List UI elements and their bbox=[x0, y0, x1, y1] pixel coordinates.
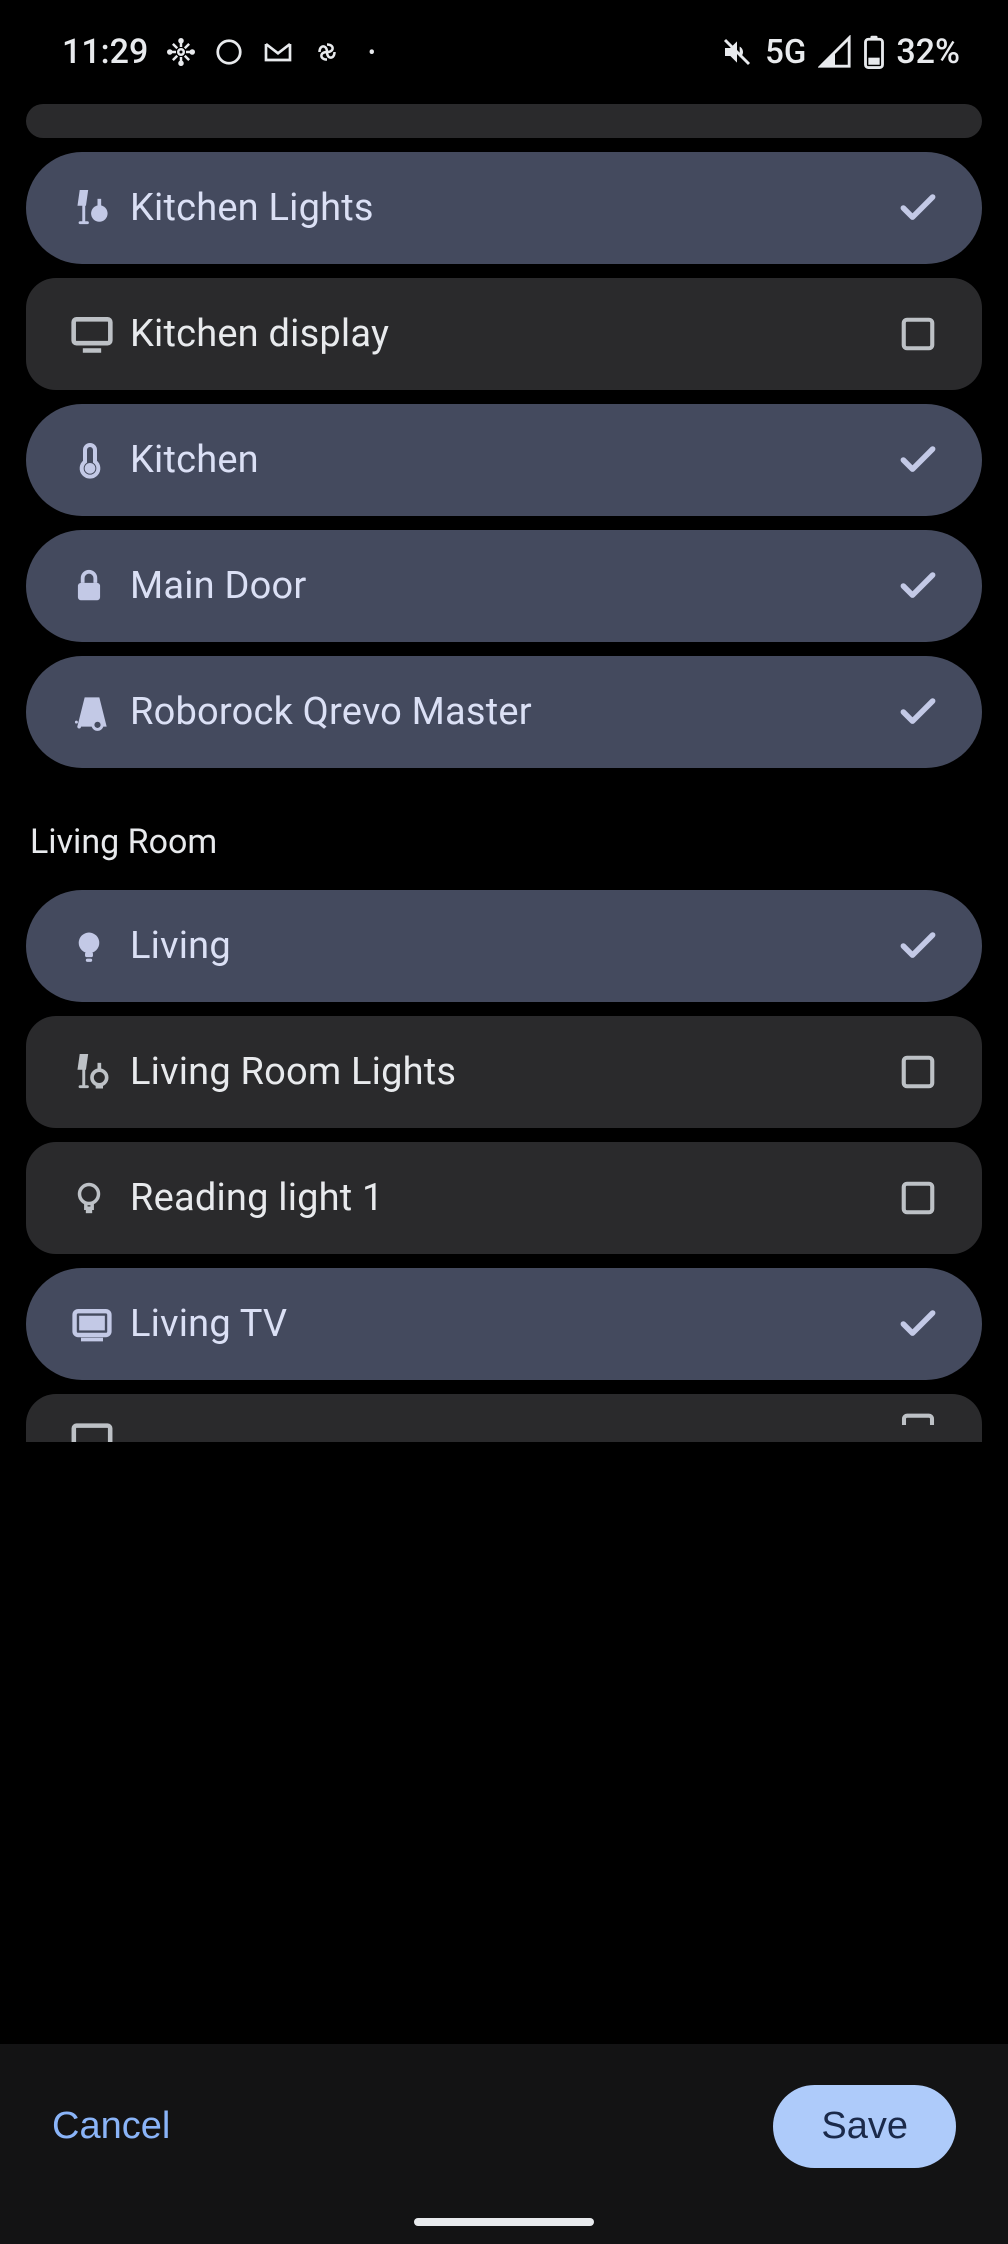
dot-icon: • bbox=[368, 40, 375, 64]
device-label: Main Door bbox=[130, 564, 894, 608]
device-row-main-door[interactable]: Main Door bbox=[26, 530, 982, 642]
device-row-kitchen-display[interactable]: Kitchen display bbox=[26, 278, 982, 390]
device-label: Living bbox=[130, 924, 894, 968]
display-icon bbox=[70, 1422, 114, 1442]
tv-icon bbox=[70, 1302, 114, 1346]
check-icon bbox=[894, 922, 942, 970]
lock-icon bbox=[70, 567, 108, 605]
device-row-kitchen-thermostat[interactable]: Kitchen bbox=[26, 404, 982, 516]
smartthings-icon bbox=[166, 37, 196, 67]
gmail-icon bbox=[262, 36, 294, 68]
mute-icon bbox=[721, 36, 753, 68]
device-label: Kitchen bbox=[130, 438, 894, 482]
battery-icon bbox=[864, 35, 884, 69]
checkbox-empty-icon bbox=[894, 1394, 942, 1442]
device-row-roborock[interactable]: Roborock Qrevo Master bbox=[26, 656, 982, 768]
device-list: Kitchen Lights Kitchen display Kitchen M… bbox=[0, 104, 1008, 2116]
status-network: 5G bbox=[765, 33, 806, 72]
device-label: Reading light 1 bbox=[130, 1176, 894, 1220]
vacuum-icon bbox=[70, 690, 114, 734]
device-label: Kitchen Lights bbox=[130, 186, 894, 230]
bulb-outline-icon bbox=[70, 1179, 108, 1217]
check-icon bbox=[894, 688, 942, 736]
bottom-action-bar: Cancel Save bbox=[0, 2044, 1008, 2244]
status-right: 5G 32% bbox=[721, 32, 960, 72]
device-row-reading-light-1[interactable]: Reading light 1 bbox=[26, 1142, 982, 1254]
lights-icon bbox=[70, 186, 114, 230]
device-row-living[interactable]: Living bbox=[26, 890, 982, 1002]
save-button[interactable]: Save bbox=[773, 2085, 956, 2168]
circle-outline-icon bbox=[214, 37, 244, 67]
check-icon bbox=[894, 1300, 942, 1348]
cancel-button[interactable]: Cancel bbox=[52, 2105, 170, 2148]
device-row-living-room-lights[interactable]: Living Room Lights bbox=[26, 1016, 982, 1128]
display-icon bbox=[70, 312, 114, 356]
device-label: Living Room Lights bbox=[130, 1050, 894, 1094]
device-row-kitchen-lights[interactable]: Kitchen Lights bbox=[26, 152, 982, 264]
device-label: Roborock Qrevo Master bbox=[130, 690, 894, 734]
bulb-icon bbox=[70, 927, 108, 965]
status-bar: 11:29 • 5G 32% bbox=[0, 0, 1008, 104]
checkbox-empty-icon bbox=[894, 1174, 942, 1222]
list-item-partial-top[interactable] bbox=[26, 104, 982, 138]
pinwheel-icon bbox=[312, 37, 342, 67]
device-row-living-tv[interactable]: Living TV bbox=[26, 1268, 982, 1380]
list-item-partial-bottom[interactable] bbox=[26, 1394, 982, 1442]
signal-icon bbox=[818, 35, 852, 69]
check-icon bbox=[894, 184, 942, 232]
device-label: Kitchen display bbox=[130, 312, 894, 356]
nav-handle[interactable] bbox=[414, 2218, 594, 2226]
check-icon bbox=[894, 562, 942, 610]
check-icon bbox=[894, 436, 942, 484]
status-time: 11:29 bbox=[62, 32, 148, 72]
status-left: 11:29 • bbox=[62, 32, 375, 72]
section-header-living-room: Living Room bbox=[26, 782, 982, 890]
status-battery: 32% bbox=[896, 32, 960, 72]
device-label: Living TV bbox=[130, 1302, 894, 1346]
thermostat-icon bbox=[70, 440, 110, 480]
checkbox-empty-icon bbox=[894, 310, 942, 358]
lights-icon bbox=[70, 1050, 114, 1094]
checkbox-empty-icon bbox=[894, 1048, 942, 1096]
